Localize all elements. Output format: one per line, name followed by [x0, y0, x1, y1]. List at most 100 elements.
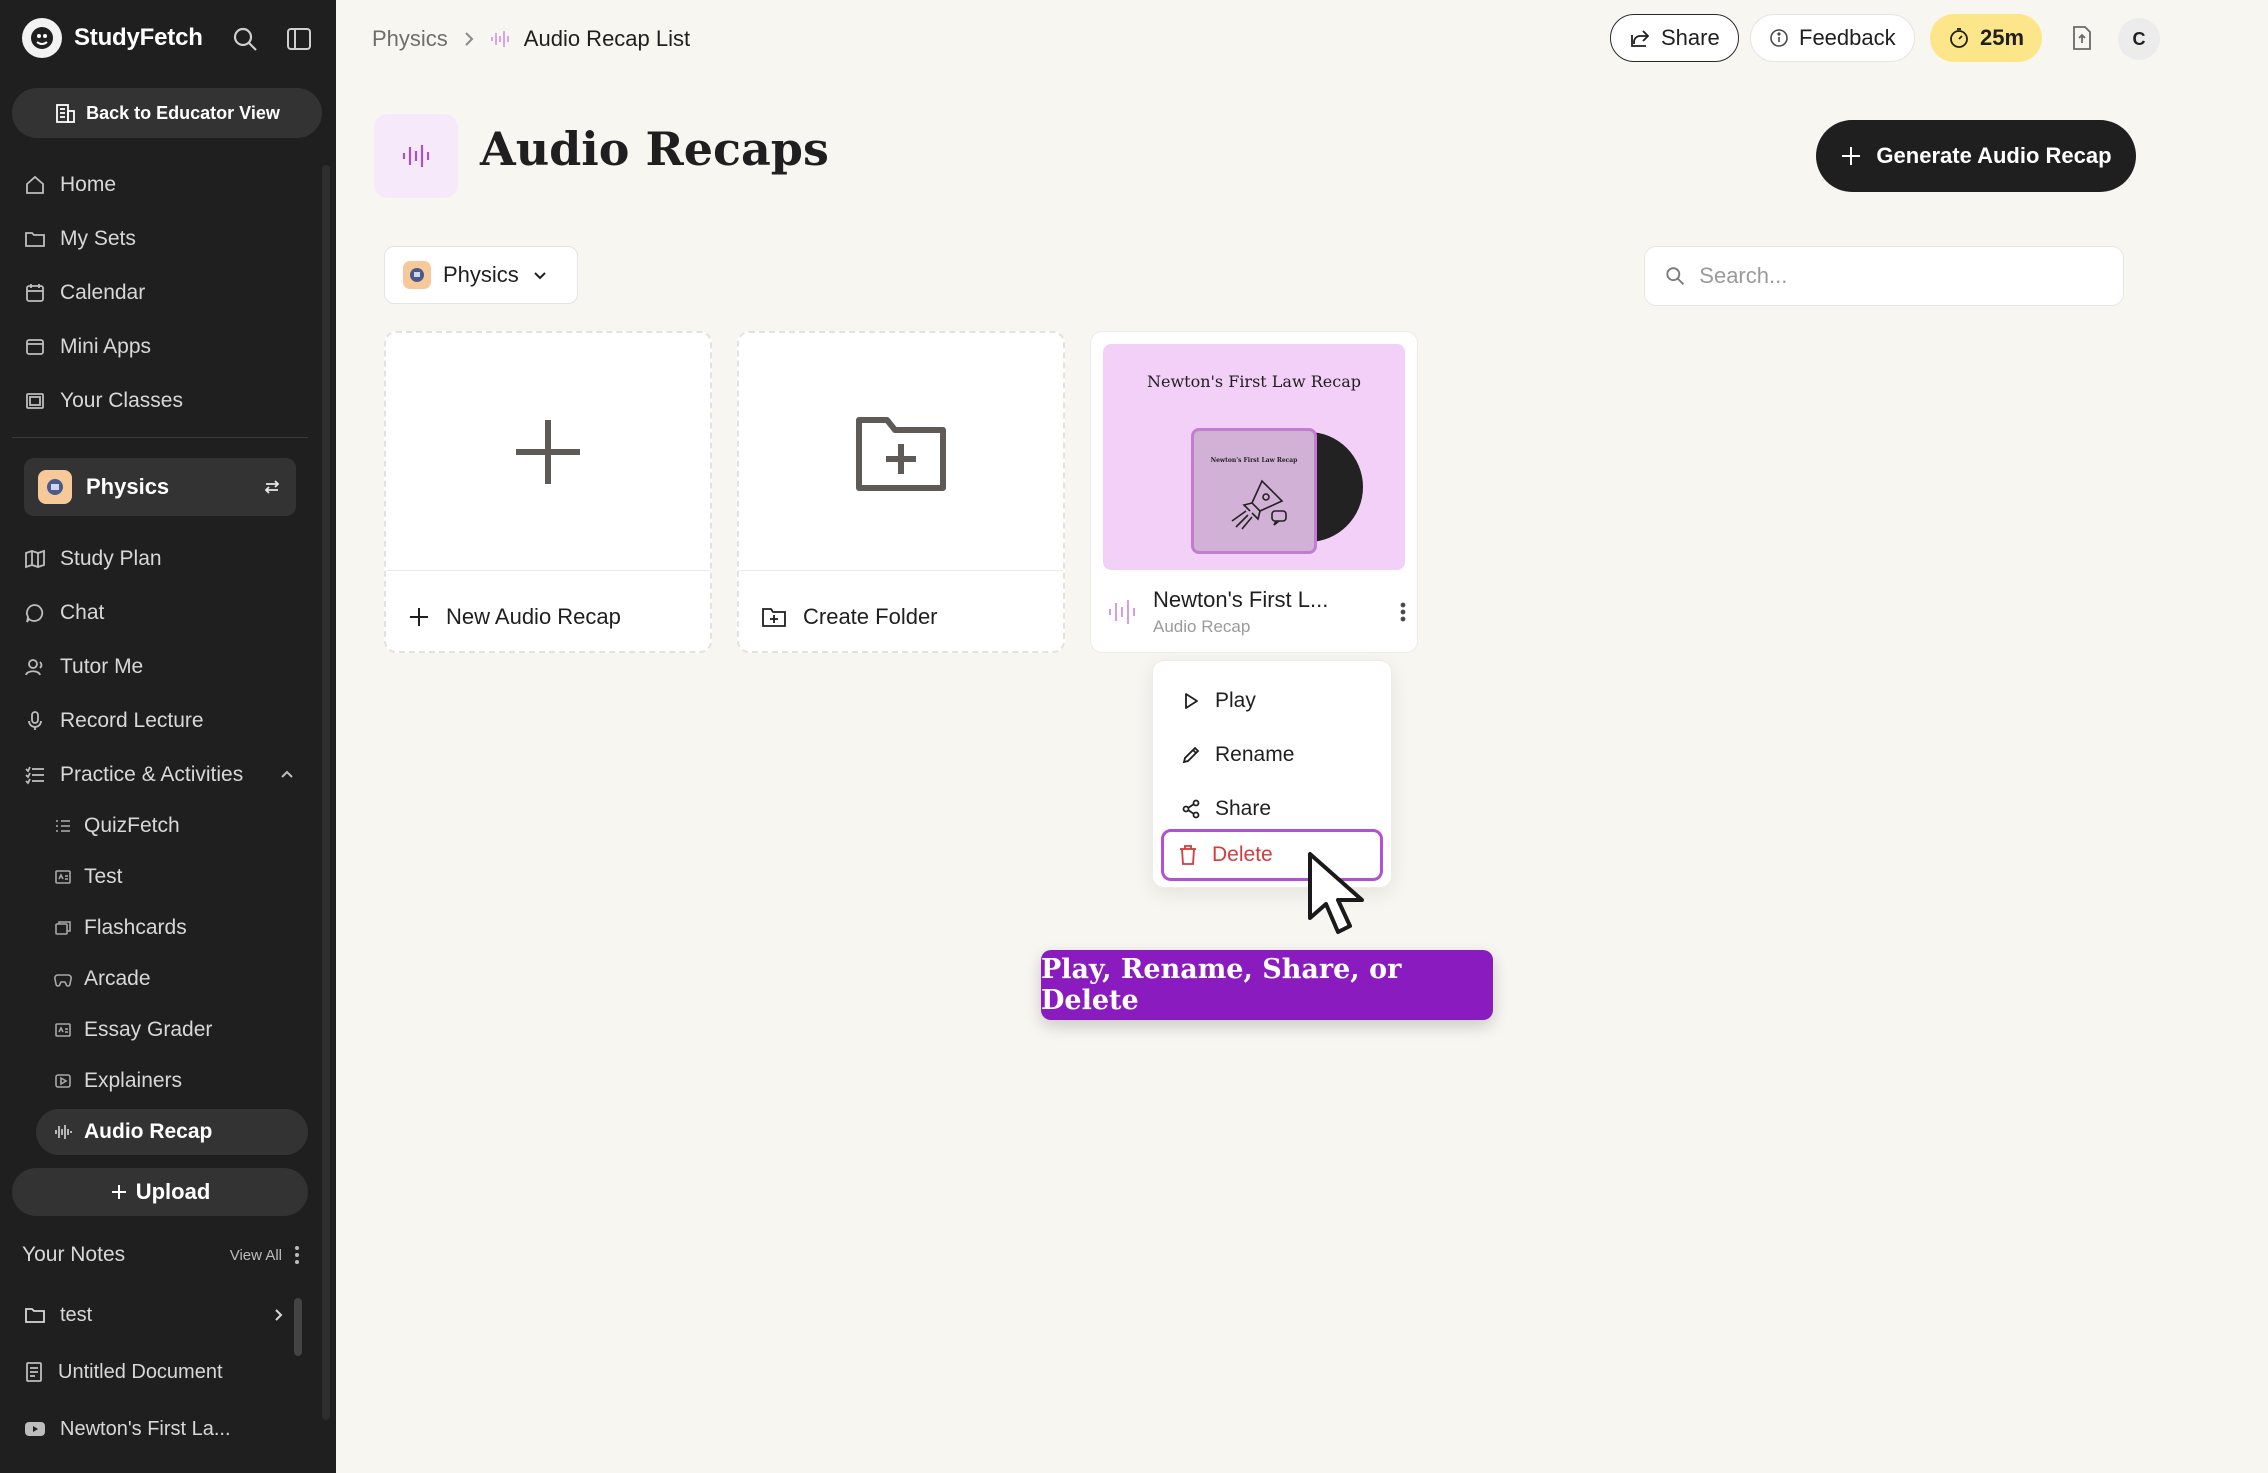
- note-item-folder[interactable]: test: [24, 1295, 286, 1335]
- feedback-label: Feedback: [1799, 25, 1896, 50]
- tutor-icon: [25, 659, 43, 676]
- sidebar-item-label: Home: [60, 173, 117, 196]
- chevron-right-icon: [465, 32, 474, 46]
- audio-recap-type: Audio Recap: [1153, 617, 1251, 636]
- notes-scrollbar-thumb[interactable]: [294, 1298, 302, 1356]
- chevron-up-icon[interactable]: [278, 766, 296, 784]
- sidebar-item-label: Explainers: [84, 1069, 183, 1092]
- class-filter-label: Physics: [443, 262, 519, 287]
- audio-wave-icon: [490, 31, 509, 47]
- breadcrumb-parent[interactable]: Physics: [372, 26, 448, 52]
- sidebar-item-home[interactable]: Home: [24, 163, 116, 207]
- sidebar-item-chat[interactable]: Chat: [24, 591, 104, 635]
- page-title: Audio Recaps: [480, 122, 829, 176]
- share-button[interactable]: Share: [1610, 14, 1739, 62]
- mic-icon: [28, 711, 42, 730]
- audio-recap-cover[interactable]: Newton's First Law Recap Newton's First …: [1103, 344, 1405, 570]
- sidebar-item-audio-recap[interactable]: Audio Recap: [36, 1109, 308, 1155]
- menu-item-label: Rename: [1215, 743, 1295, 766]
- brand-name: StudyFetch: [74, 24, 203, 51]
- upload-label: Upload: [135, 1179, 211, 1204]
- search-icon[interactable]: [230, 24, 260, 54]
- avatar[interactable]: C: [2118, 18, 2160, 60]
- album-sleeve: Newton's First Law Recap: [1191, 428, 1317, 554]
- back-to-educator-label: Back to Educator View: [86, 102, 280, 123]
- sidebar-item-calendar[interactable]: Calendar: [24, 271, 145, 315]
- brand[interactable]: StudyFetch: [22, 18, 203, 58]
- sidebar-item-label: Essay Grader: [84, 1018, 213, 1041]
- upload-button[interactable]: Upload: [12, 1168, 308, 1216]
- calendar-icon: [26, 284, 44, 302]
- sidebar-item-record-lecture[interactable]: Record Lecture: [24, 699, 204, 743]
- chevron-right-icon[interactable]: [270, 1307, 286, 1323]
- sidebar-item-essay-grader[interactable]: Essay Grader: [54, 1008, 212, 1052]
- new-audio-recap-card[interactable]: New Audio Recap: [384, 331, 712, 653]
- plus-large-icon: [516, 419, 580, 484]
- plus-icon: [1842, 147, 1861, 165]
- building-icon: [56, 104, 76, 123]
- menu-item-rename[interactable]: Rename: [1161, 731, 1383, 779]
- sidebar-toggle-icon[interactable]: [284, 24, 314, 54]
- video-icon: [55, 1074, 71, 1088]
- generate-audio-recap-button[interactable]: Generate Audio Recap: [1816, 120, 2136, 192]
- create-folder-preview: [739, 333, 1063, 571]
- folder-icon: [25, 232, 45, 247]
- note-item-document[interactable]: Untitled Document: [24, 1352, 286, 1392]
- breadcrumb: Physics Audio Recap List: [372, 22, 690, 56]
- generate-audio-recap-label: Generate Audio Recap: [1876, 143, 2112, 168]
- sidebar-item-test[interactable]: Test: [54, 855, 123, 899]
- sidebar-item-tutor-me[interactable]: Tutor Me: [24, 645, 143, 689]
- breadcrumb-current: Audio Recap List: [523, 26, 691, 51]
- search-input[interactable]: [1699, 263, 2103, 289]
- sidebar-divider: [12, 437, 308, 438]
- export-file-icon[interactable]: [2066, 22, 2098, 54]
- home-icon: [26, 175, 44, 194]
- sidebar-item-label: Tutor Me: [60, 655, 144, 678]
- sleeve-title: Newton's First Law Recap: [1210, 457, 1298, 464]
- menu-item-play[interactable]: Play: [1161, 677, 1383, 725]
- more-vertical-icon[interactable]: [1399, 600, 1407, 624]
- sidebar-item-label: Practice & Activities: [60, 763, 244, 786]
- notes-view-all-link[interactable]: View All: [230, 1247, 282, 1264]
- menu-item-label: Play: [1215, 689, 1256, 712]
- pencil-icon: [1182, 746, 1200, 764]
- sidebar-item-label: Study Plan: [60, 547, 162, 570]
- sidebar-item-mini-apps[interactable]: Mini Apps: [24, 325, 151, 369]
- create-folder-footer: Create Folder: [761, 587, 938, 647]
- sidebar-item-practice-activities[interactable]: Practice & Activities: [24, 753, 296, 797]
- class-filter-dropdown[interactable]: Physics: [384, 246, 578, 304]
- menu-item-share[interactable]: Share: [1161, 785, 1383, 833]
- class-switcher[interactable]: Physics: [24, 458, 296, 516]
- note-item-label: Newton's First La...: [60, 1417, 231, 1440]
- audio-recap-card[interactable]: Newton's First Law Recap Newton's First …: [1090, 331, 1418, 653]
- audio-recap-text: Newton's First L... Audio Recap: [1153, 587, 1383, 637]
- sidebar-item-your-classes[interactable]: Your Classes: [24, 379, 183, 423]
- timer-badge[interactable]: 25m: [1930, 14, 2043, 62]
- chat-icon: [26, 604, 44, 623]
- sidebar-item-label: Arcade: [84, 967, 151, 990]
- sidebar-item-explainers[interactable]: Explainers: [54, 1059, 182, 1103]
- sidebar-scrollbar[interactable]: [322, 165, 330, 1420]
- feedback-button[interactable]: Feedback: [1750, 14, 1915, 62]
- new-audio-recap-footer: New Audio Recap: [408, 587, 621, 647]
- sidebar-item-flashcards[interactable]: Flashcards: [54, 906, 187, 950]
- search-box[interactable]: [1644, 246, 2124, 306]
- create-folder-card[interactable]: Create Folder: [737, 331, 1065, 653]
- classes-icon: [26, 393, 44, 409]
- sidebar-item-my-sets[interactable]: My Sets: [24, 217, 136, 261]
- new-audio-recap-preview: [386, 333, 710, 571]
- audio-wave-icon: [1109, 600, 1135, 624]
- sidebar: StudyFetch Back to Educator View Home My…: [0, 0, 336, 1473]
- info-icon: [1770, 29, 1788, 47]
- audio-recap-meta: Newton's First L... Audio Recap: [1107, 582, 1407, 642]
- switch-icon[interactable]: [262, 477, 282, 497]
- sidebar-item-study-plan[interactable]: Study Plan: [24, 537, 162, 581]
- sidebar-item-quizfetch[interactable]: QuizFetch: [54, 804, 180, 848]
- audio-recap-title-icon: [374, 114, 458, 198]
- back-to-educator-button[interactable]: Back to Educator View: [12, 88, 322, 138]
- share-nodes-icon: [1182, 799, 1200, 819]
- sidebar-item-arcade[interactable]: Arcade: [54, 957, 151, 1001]
- more-vertical-icon[interactable]: [294, 1245, 300, 1265]
- sidebar-item-label: Record Lecture: [60, 709, 204, 732]
- note-item-video[interactable]: Newton's First La...: [24, 1409, 286, 1449]
